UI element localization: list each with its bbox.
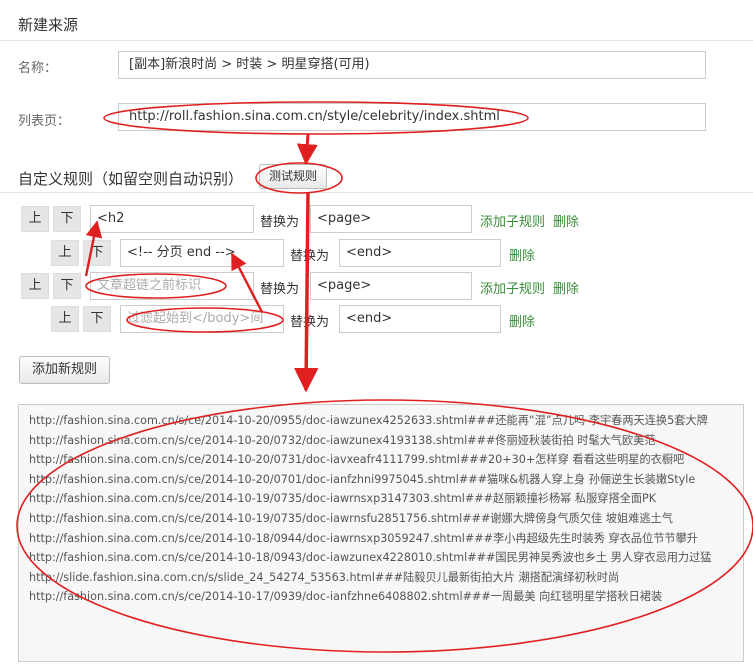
result-line: http://slide.fashion.sina.com.cn/s/slide… [29, 570, 620, 584]
move-down-button[interactable]: 下 [83, 240, 111, 266]
result-line: http://fashion.sina.com.cn/s/ce/2014-10-… [29, 511, 673, 525]
delete-rule-link[interactable]: 删除 [553, 278, 579, 297]
move-down-button[interactable]: 下 [53, 273, 81, 299]
divider [0, 40, 753, 41]
divider [0, 192, 753, 193]
add-new-rule-button[interactable]: 添加新规则 [19, 356, 110, 384]
name-input[interactable]: [副本]新浪时尚 > 时装 > 明星穿搭(可用) [118, 51, 706, 79]
rule-replacement-input[interactable]: <page> [310, 272, 472, 300]
annotation-arrow [293, 191, 319, 393]
replace-label: 替换为 [260, 215, 300, 230]
result-line: http://fashion.sina.com.cn/s/ce/2014-10-… [29, 492, 657, 506]
move-up-button[interactable]: 上 [21, 273, 49, 299]
test-results-panel: http://fashion.sina.com.cn/s/ce/2014-10-… [18, 404, 744, 662]
list-page-label: 列表页： [18, 114, 71, 129]
section-title-new-source: 新建来源 [18, 16, 79, 34]
add-child-rule-link[interactable]: 添加子规则 [480, 211, 545, 230]
move-up-button[interactable]: 上 [21, 206, 49, 232]
annotation-arrow [296, 133, 318, 166]
result-line: http://fashion.sina.com.cn/s/ce/2014-10-… [29, 472, 696, 486]
rule-pattern-input[interactable]: <!-- 分页 end --> [120, 239, 284, 267]
replace-label: 替换为 [290, 315, 330, 330]
result-line: http://fashion.sina.com.cn/s/ce/2014-10-… [29, 531, 698, 545]
move-up-button[interactable]: 上 [51, 240, 79, 266]
result-line: http://fashion.sina.com.cn/s/ce/2014-10-… [29, 590, 663, 604]
add-child-rule-link[interactable]: 添加子规则 [480, 278, 545, 297]
section-title-custom-rules: 自定义规则（如留空则自动识别） [18, 170, 244, 188]
replace-label: 替换为 [260, 282, 300, 297]
rule-replacement-input[interactable]: <page> [310, 205, 472, 233]
rule-replacement-input[interactable]: <end> [339, 305, 501, 333]
result-line: http://fashion.sina.com.cn/s/ce/2014-10-… [29, 453, 685, 467]
move-up-button[interactable]: 上 [51, 306, 79, 332]
result-line: http://fashion.sina.com.cn/s/ce/2014-10-… [29, 551, 712, 565]
rule-pattern-input[interactable]: 文章超链之前标识 [90, 272, 254, 300]
rule-replacement-input[interactable]: <end> [339, 239, 501, 267]
name-label: 名称： [18, 61, 58, 76]
result-line: http://fashion.sina.com.cn/s/ce/2014-10-… [29, 433, 656, 447]
delete-rule-link[interactable]: 删除 [509, 245, 535, 264]
result-line: http://fashion.sina.com.cn/s/ce/2014-10-… [29, 414, 708, 427]
move-down-button[interactable]: 下 [53, 206, 81, 232]
move-down-button[interactable]: 下 [83, 306, 111, 332]
delete-rule-link[interactable]: 删除 [553, 211, 579, 230]
rule-pattern-input[interactable]: <h2 [90, 205, 254, 233]
delete-rule-link[interactable]: 删除 [509, 311, 535, 330]
rule-pattern-input[interactable]: 过滤起始到</body>间 [120, 305, 284, 333]
list-page-input[interactable]: http://roll.fashion.sina.com.cn/style/ce… [118, 103, 706, 131]
replace-label: 替换为 [290, 249, 330, 264]
test-rules-button[interactable]: 测试规则 [259, 164, 327, 189]
